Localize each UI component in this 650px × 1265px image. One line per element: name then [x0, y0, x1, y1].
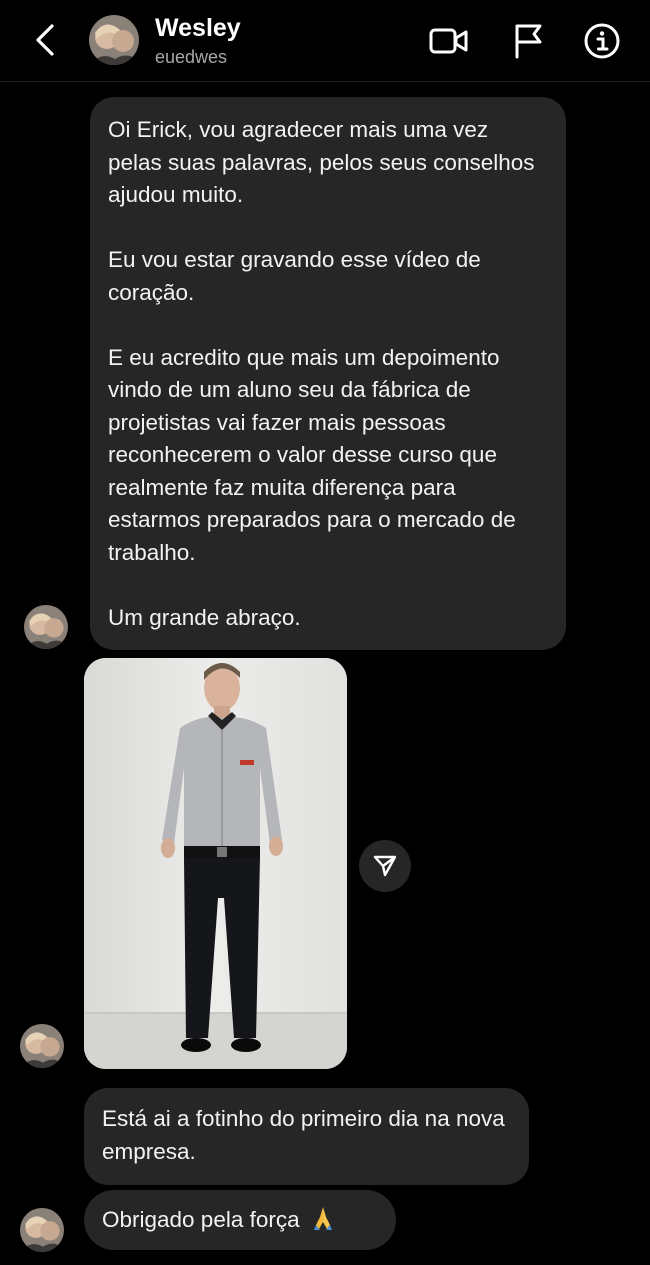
avatar[interactable]: [89, 15, 139, 65]
sender-avatar[interactable]: [24, 605, 68, 649]
share-button[interactable]: [359, 840, 411, 892]
sender-avatar[interactable]: [20, 1208, 64, 1252]
message-text: Está ai a fotinho do primeiro dia na nov…: [102, 1106, 505, 1164]
message-text: Obrigado pela força: [102, 1207, 300, 1232]
chat-header: Wesley euedwes: [0, 0, 650, 82]
message-bubble[interactable]: Está ai a fotinho do primeiro dia na nov…: [84, 1088, 529, 1185]
video-call-icon[interactable]: [428, 20, 470, 62]
contact-username[interactable]: euedwes: [155, 47, 227, 68]
info-icon[interactable]: [581, 20, 623, 62]
message-paragraph: Oi Erick, vou agradecer mais uma vez pel…: [108, 117, 535, 207]
message-bubble[interactable]: Obrigado pela força: [84, 1190, 396, 1250]
contact-name[interactable]: Wesley: [155, 14, 241, 43]
folded-hands-emoji-icon: [310, 1205, 336, 1231]
message-bubble[interactable]: Oi Erick, vou agradecer mais uma vez pel…: [90, 97, 566, 650]
message-paragraph: E eu acredito que mais um depoimento vin…: [108, 344, 516, 565]
photo-of-man-in-office-shirt-icon: [84, 658, 347, 1069]
photo-message[interactable]: [84, 658, 347, 1069]
flag-icon[interactable]: [507, 20, 549, 62]
back-chevron-icon[interactable]: [28, 20, 62, 60]
message-paragraph: Um grande abraço.: [108, 604, 301, 630]
send-icon: [373, 855, 397, 877]
message-paragraph: Eu vou estar gravando esse vídeo de cora…: [108, 247, 481, 305]
sender-avatar[interactable]: [20, 1024, 64, 1068]
